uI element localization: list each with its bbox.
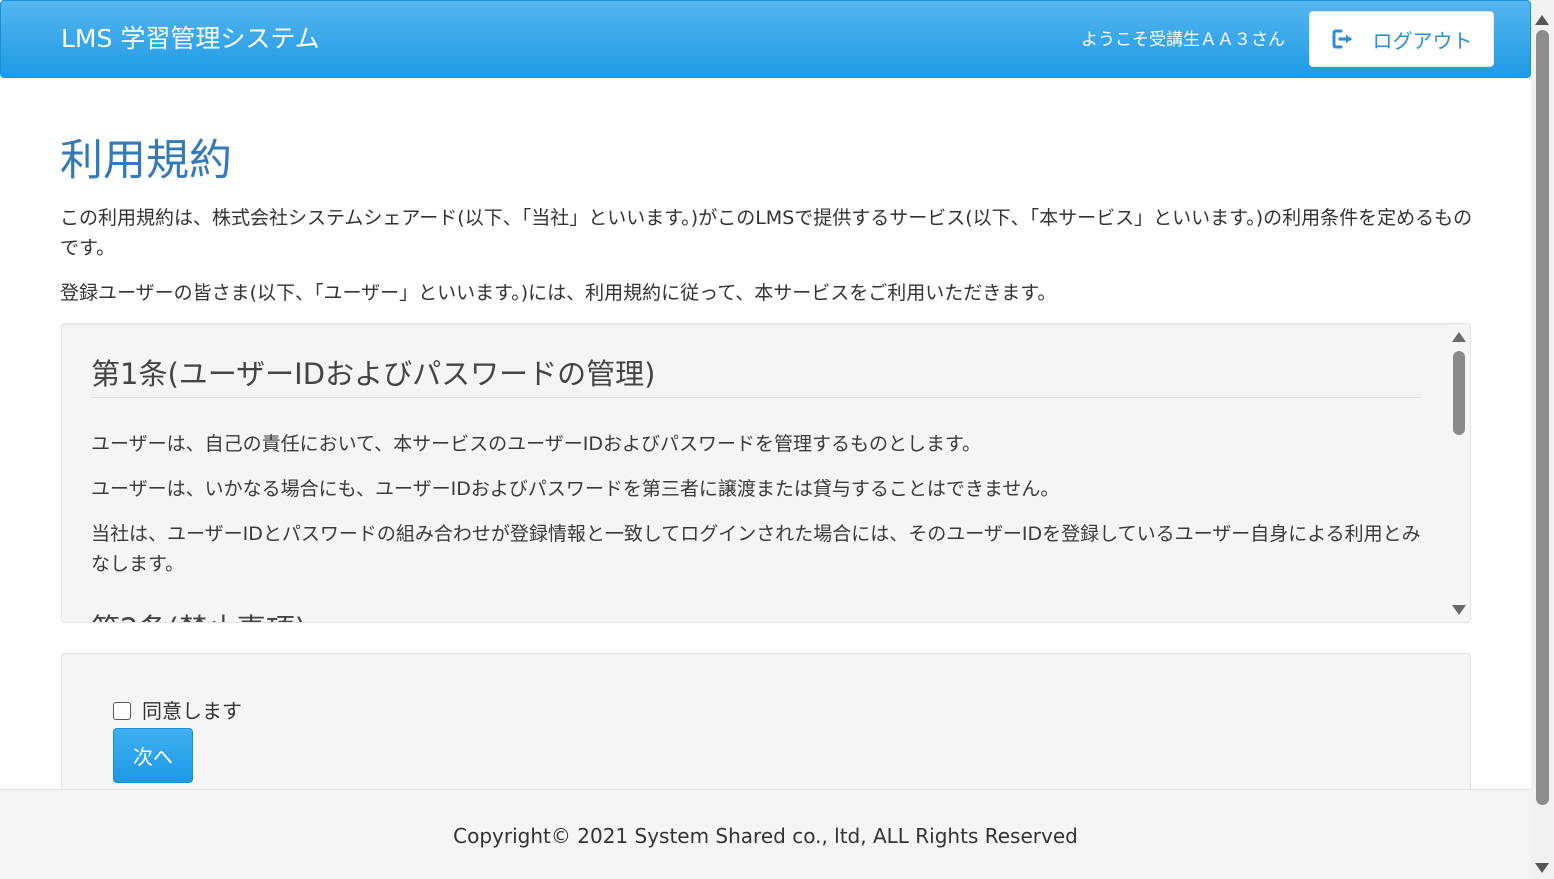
scroll-up-arrow-icon[interactable] <box>1452 332 1466 342</box>
next-button[interactable]: 次へ <box>113 728 193 783</box>
terms-scroll-box[interactable]: 第1条(ユーザーIDおよびパスワードの管理) ユーザーは、自己の責任において、本… <box>61 323 1471 623</box>
page-scrollbar[interactable] <box>1531 0 1554 879</box>
page-scroll-up-icon[interactable] <box>1535 15 1549 25</box>
agree-checkbox[interactable] <box>113 702 131 720</box>
article-paragraph: ユーザーは、いかなる場合にも、ユーザーIDおよびパスワードを第三者に譲渡または貸… <box>91 478 1060 500</box>
welcome-text: ようこそ受講生ＡＡ３さん <box>1081 30 1285 50</box>
article-paragraph: ユーザーは、自己の責任において、本サービスのユーザーIDおよびパスワードを管理す… <box>91 433 982 455</box>
scroll-down-arrow-icon[interactable] <box>1452 605 1466 615</box>
copyright-text: Copyright© 2021 System Shared co., ltd, … <box>453 823 1078 848</box>
page-title: 利用規約 <box>60 136 232 186</box>
article-title: 第2条(禁止事項) <box>91 607 1421 622</box>
article-paragraph: 当社は、ユーザーIDとパスワードの組み合わせが登録情報と一致してログインされた場… <box>91 523 1421 575</box>
agree-label[interactable]: 同意します <box>142 699 242 723</box>
page-scroll-down-icon[interactable] <box>1535 863 1549 873</box>
intro-text: この利用規約は、株式会社システムシェアード(以下、「当社」といいます。)がこのL… <box>60 207 1473 259</box>
terms-content: 第1条(ユーザーIDおよびパスワードの管理) ユーザーは、自己の責任において、本… <box>91 352 1421 622</box>
logout-button[interactable]: ログアウト <box>1309 11 1494 67</box>
page-scrollbar-thumb[interactable] <box>1536 30 1549 805</box>
logout-label: ログアウト <box>1372 28 1473 53</box>
agree-checkbox-row[interactable]: 同意します <box>113 699 242 723</box>
footer: Copyright© 2021 System Shared co., ltd, … <box>0 789 1531 879</box>
brand-title[interactable]: LMS 学習管理システム <box>61 21 320 57</box>
article-title: 第1条(ユーザーIDおよびパスワードの管理) <box>91 352 1421 398</box>
terms-scrollbar[interactable] <box>1448 324 1470 622</box>
sign-out-icon <box>1331 28 1355 50</box>
navbar: LMS 学習管理システム ようこそ受講生ＡＡ３さん ログアウト <box>0 0 1531 78</box>
intro-text-2: 登録ユーザーの皆さま(以下、「ユーザー」といいます。)には、利用規約に従って、本… <box>60 282 1057 304</box>
terms-scrollbar-thumb[interactable] <box>1453 351 1465 435</box>
